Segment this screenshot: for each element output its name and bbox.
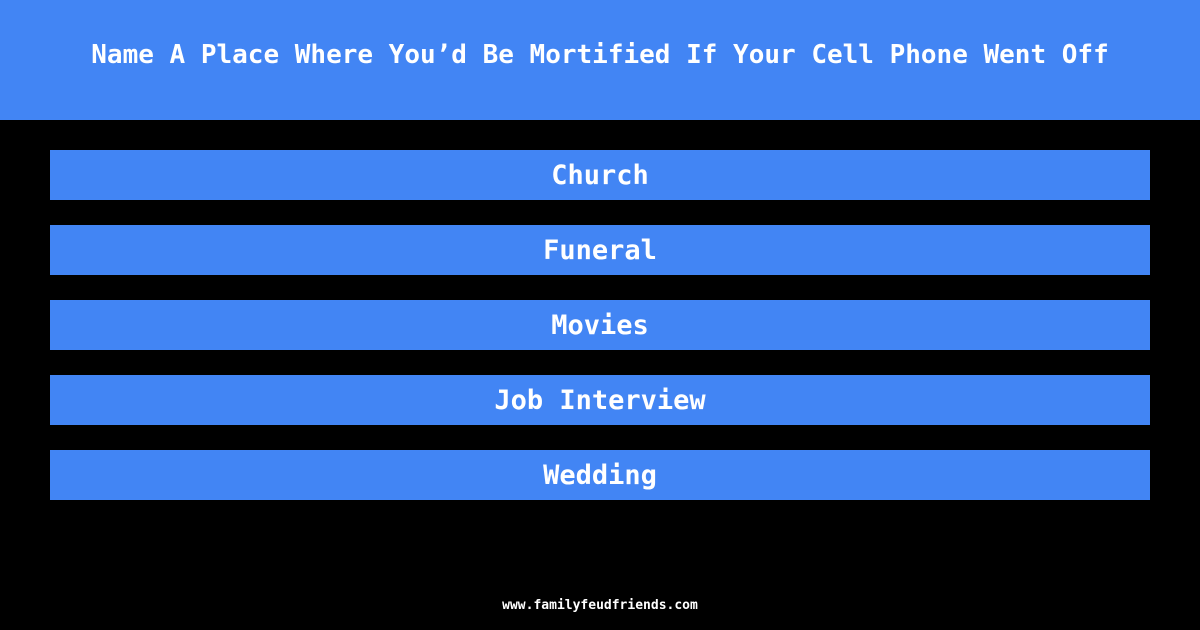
question-banner: Name A Place Where You’d Be Mortified If… — [0, 0, 1200, 120]
answer-bar: Wedding — [50, 450, 1150, 500]
answer-label: Church — [551, 159, 649, 191]
answer-label: Funeral — [543, 234, 657, 266]
site-url: www.familyfeudfriends.com — [502, 598, 698, 613]
answer-list: Church Funeral Movies Job Interview Wedd… — [50, 150, 1150, 525]
answer-bar: Movies — [50, 300, 1150, 350]
question-title: Name A Place Where You’d Be Mortified If… — [91, 40, 1109, 70]
answer-label: Wedding — [543, 459, 657, 491]
answer-label: Movies — [551, 309, 649, 341]
answer-bar: Job Interview — [50, 375, 1150, 425]
answer-bar: Church — [50, 150, 1150, 200]
answer-label: Job Interview — [494, 384, 706, 416]
answer-bar: Funeral — [50, 225, 1150, 275]
